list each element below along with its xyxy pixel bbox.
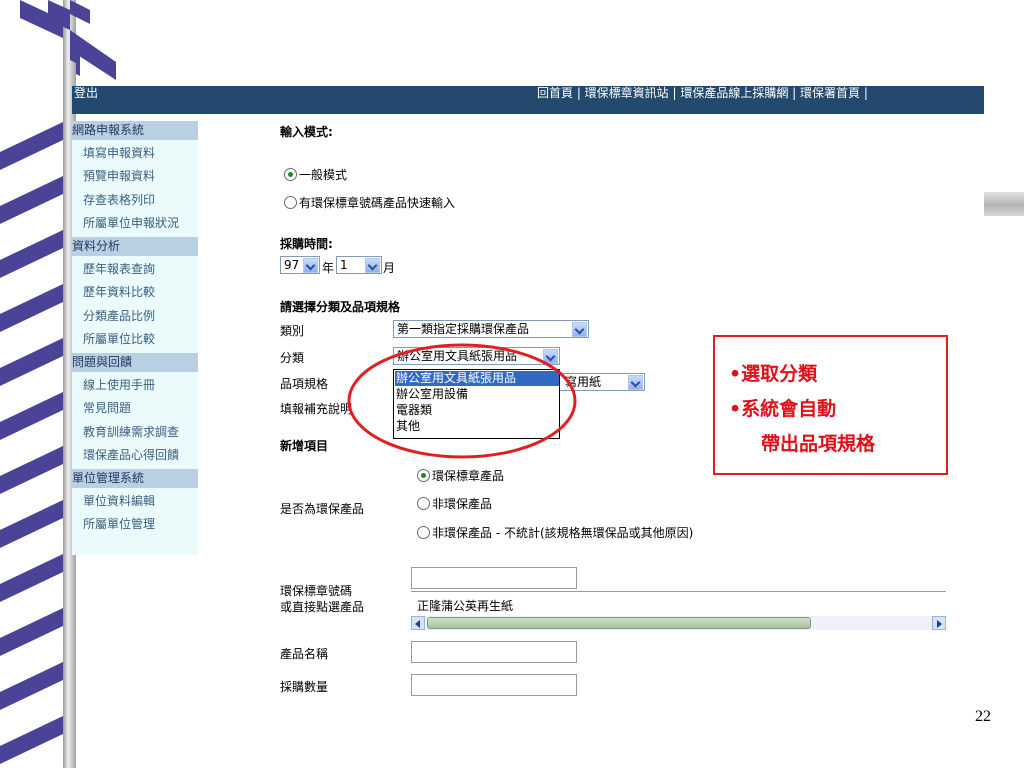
mark-number-label: 環保標章號碼 <box>280 584 353 598</box>
radio-selected-icon[interactable] <box>417 469 430 482</box>
callout-line-1: •選取分類 <box>729 363 818 385</box>
mode-option-normal[interactable]: 一般模式 <box>284 166 347 183</box>
sidebar-menu: 網路申報系統 填寫申報資料 預覽申報資料 存查表格列印 所屬單位申報狀況 資料分析歷年報表… <box>72 121 198 555</box>
radio-icon[interactable] <box>284 196 297 209</box>
direct-pick-label: 或直接點選產品 <box>280 600 365 614</box>
sidebar-item-14[interactable]: 環保產品心得回饋 <box>72 446 198 465</box>
chevron-down-icon[interactable] <box>303 258 318 273</box>
chevron-down-icon[interactable] <box>628 375 643 390</box>
sidebar-item-12[interactable]: 常見問題 <box>72 399 198 418</box>
new-item-title: 新增項目 <box>280 439 329 453</box>
eco-option-excluded[interactable]: 非環保產品 - 不統計(該規格無環保品或其他原因) <box>417 524 693 541</box>
sidebar-section-10[interactable]: 問題與回饋 <box>72 353 198 372</box>
month-select[interactable]: 1 <box>336 256 382 274</box>
year-select[interactable]: 97 <box>280 256 320 274</box>
slide-side-tab <box>984 192 1024 216</box>
header-swoosh <box>70 0 116 80</box>
mark-number-input[interactable] <box>411 567 577 589</box>
quantity-label: 採購數量 <box>280 680 329 694</box>
top-nav-links[interactable]: 回首頁 | 環保標章資訊站 | 環保產品線上採購網 | 環保署首頁 | <box>537 86 868 101</box>
chevron-down-icon[interactable] <box>365 258 380 273</box>
radio-selected-icon[interactable] <box>284 168 297 181</box>
callout-line-2: •系統會自動 <box>729 398 837 420</box>
product-name-input[interactable] <box>411 641 577 663</box>
product-picker-scrollbar[interactable] <box>411 616 946 630</box>
mode-option-quick[interactable]: 有環保標章號碼產品快速輸入 <box>284 194 455 211</box>
scroll-thumb[interactable] <box>427 617 811 629</box>
radio-icon[interactable] <box>417 526 430 539</box>
sidebar-section-5[interactable]: 資料分析 <box>72 237 198 256</box>
eco-option-non[interactable]: 非環保產品 <box>417 495 492 512</box>
input-mode-title: 輸入模式: <box>280 125 333 139</box>
radio-icon[interactable] <box>417 497 430 510</box>
scroll-right-button[interactable] <box>932 616 946 630</box>
slide-decoration <box>0 0 80 768</box>
sidebar-item-3[interactable]: 存查表格列印 <box>72 191 198 210</box>
category-section-title: 請選擇分類及品項規格 <box>280 300 401 314</box>
purchase-time-title: 採購時間: <box>280 237 333 251</box>
year-unit: 年 <box>322 261 335 275</box>
annotation-callout: •選取分類 •系統會自動 帶出品項規格 <box>713 335 948 475</box>
month-unit: 月 <box>383 261 396 275</box>
sidebar-item-11[interactable]: 線上使用手冊 <box>72 376 198 395</box>
chevron-down-icon[interactable] <box>572 322 587 337</box>
sidebar-section-0[interactable]: 網路申報系統 <box>72 121 198 140</box>
arrow-right-icon <box>937 620 942 628</box>
sidebar-item-16[interactable]: 單位資料編輯 <box>72 492 198 511</box>
sidebar-item-1[interactable]: 填寫申報資料 <box>72 144 198 163</box>
arrow-left-icon <box>415 620 420 628</box>
sidebar-item-6[interactable]: 歷年報表查詢 <box>72 260 198 279</box>
sidebar-section-15[interactable]: 單位管理系統 <box>72 469 198 488</box>
category-label: 類別 <box>280 324 305 338</box>
page-number: 22 <box>975 708 991 725</box>
sidebar-item-4[interactable]: 所屬單位申報狀況 <box>72 214 198 233</box>
quantity-input[interactable] <box>411 674 577 696</box>
eco-question-label: 是否為環保產品 <box>280 502 365 516</box>
eco-option-mark[interactable]: 環保標章產品 <box>417 467 504 484</box>
logout-link[interactable]: 登出 <box>74 86 98 101</box>
sidebar-item-7[interactable]: 歷年資料比較 <box>72 283 198 302</box>
product-picker[interactable]: 正隆蒲公英再生紙 <box>411 591 946 617</box>
spec-label: 品項規格 <box>280 377 329 391</box>
class-label: 分類 <box>280 351 305 365</box>
sidebar-item-13[interactable]: 教育訓練需求調查 <box>72 423 198 442</box>
sidebar-item-17[interactable]: 所屬單位管理 <box>72 515 198 534</box>
sidebar-item-2[interactable]: 預覽申報資料 <box>72 167 198 186</box>
sidebar-item-8[interactable]: 分類產品比例 <box>72 307 198 326</box>
highlight-ellipse <box>347 343 577 459</box>
sidebar-item-9[interactable]: 所屬單位比較 <box>72 330 198 349</box>
scroll-left-button[interactable] <box>411 616 425 630</box>
top-nav-bar: 登出 回首頁 | 環保標章資訊站 | 環保產品線上採購網 | 環保署首頁 | <box>72 86 984 114</box>
product-name-label: 產品名稱 <box>280 647 329 661</box>
callout-line-3: 帶出品項規格 <box>761 433 876 455</box>
